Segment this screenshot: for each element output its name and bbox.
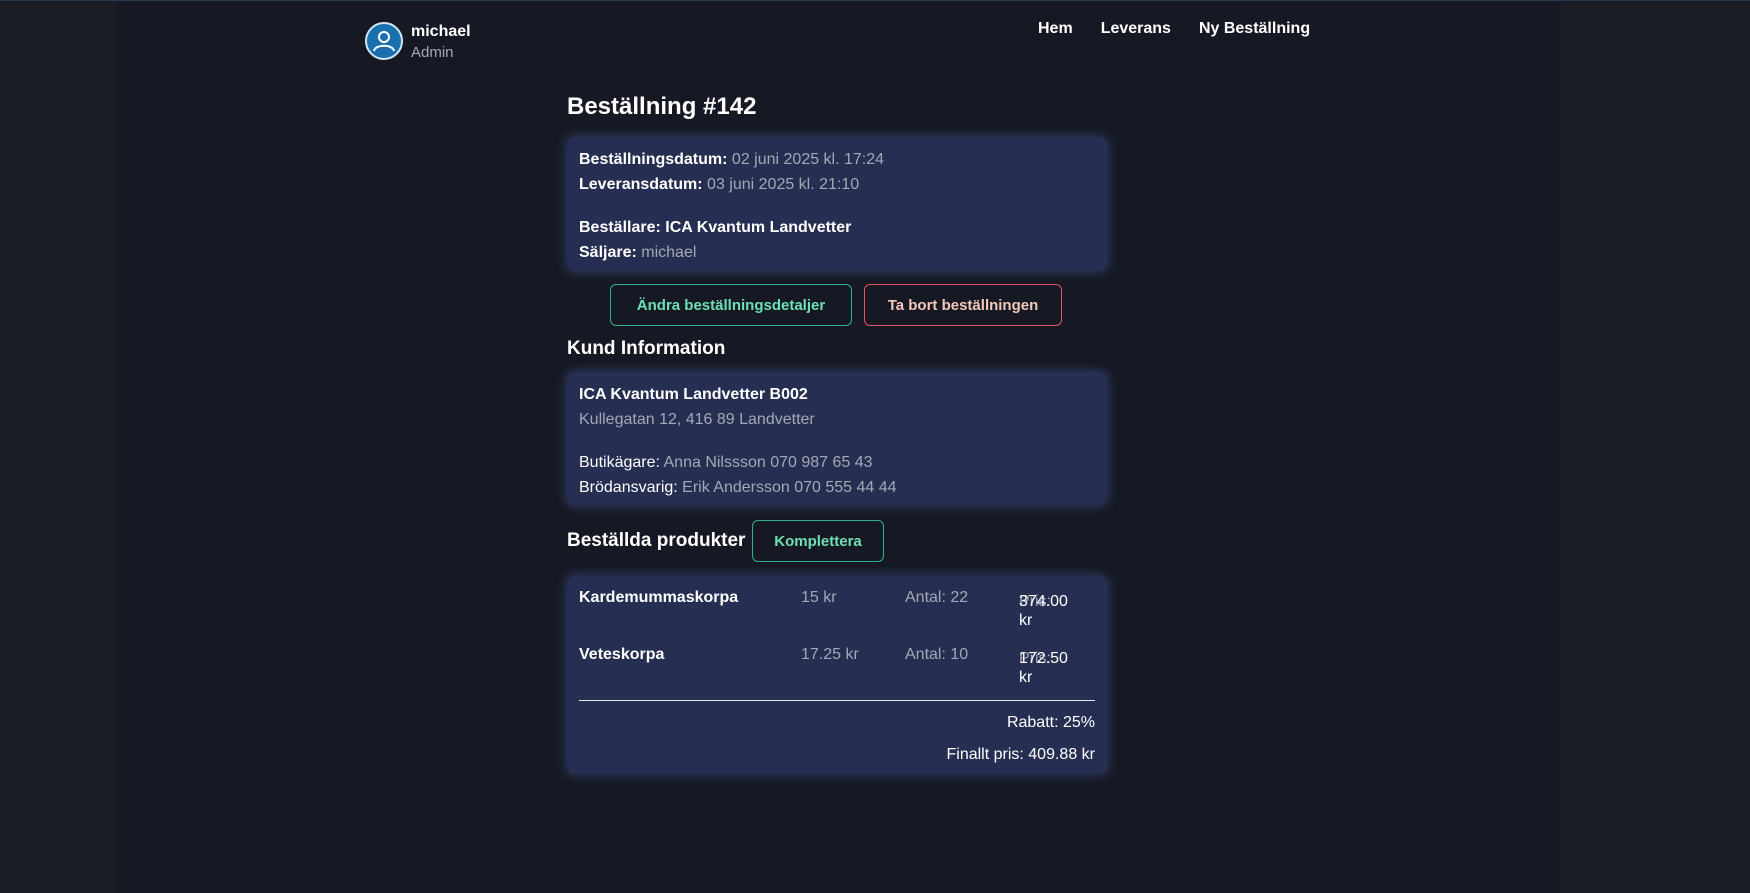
- product-quantity: Antal: 10: [905, 646, 969, 663]
- delivery-date-label: Leveransdatum:: [579, 176, 703, 193]
- customer-section-title: Kund Information: [567, 338, 726, 359]
- page: michael Admin Hem Leverans Ny Beställnin…: [117, 1, 1559, 893]
- delivery-date-value: 03 juni 2025 kl. 21:10: [707, 176, 860, 193]
- buyer-label: Beställare:: [579, 219, 661, 236]
- edit-order-button[interactable]: Ändra beställningsdetaljer: [610, 284, 852, 326]
- products-section-title: Beställda produkter: [567, 530, 746, 551]
- buyer-value: ICA Kvantum Landvetter: [665, 219, 852, 236]
- order-date-row: Beställningsdatum: 02 juni 2025 kl. 17:2…: [579, 147, 1095, 172]
- user-avatar-icon: [365, 22, 403, 60]
- product-name: Kardemummaskorpa: [579, 589, 739, 606]
- products-card: Kardemummaskorpa 15 kr Antal: 22 Pris: 3…: [567, 576, 1107, 774]
- product-price-value: 374.00 kr: [1019, 593, 1068, 629]
- nav-link-ny-bestallning[interactable]: Ny Beställning: [1199, 20, 1310, 38]
- product-unit-price: 17.25 kr: [801, 646, 859, 663]
- page-title: Beställning #142: [567, 93, 757, 120]
- store-owner-label: Butikägare:: [579, 454, 660, 471]
- bread-responsible-label: Brödansvarig:: [579, 479, 678, 496]
- nav-link-leverans[interactable]: Leverans: [1101, 20, 1171, 38]
- seller-label: Säljare:: [579, 244, 637, 261]
- customer-info-card: ICA Kvantum Landvetter B002 Kullegatan 1…: [567, 372, 1107, 505]
- user-profile[interactable]: michael Admin: [365, 22, 471, 64]
- user-role: Admin: [411, 44, 454, 61]
- user-name: michael: [411, 23, 471, 40]
- delete-order-button[interactable]: Ta bort beställningen: [864, 284, 1062, 326]
- complete-order-button[interactable]: Komplettera: [752, 520, 884, 562]
- top-nav: Hem Leverans Ny Beställning: [1038, 20, 1310, 38]
- bread-responsible-row: Brödansvarig: Erik Andersson 070 555 44 …: [579, 475, 1095, 500]
- discount-text: Rabatt: 25%: [1006, 714, 1095, 731]
- product-name: Veteskorpa: [579, 646, 665, 663]
- store-owner-row: Butikägare: Anna Nilssson 070 987 65 43: [579, 450, 1095, 475]
- product-unit-price: 15 kr: [801, 589, 837, 606]
- buyer-row: Beställare: ICA Kvantum Landvetter: [579, 215, 1095, 240]
- seller-value: michael: [641, 244, 697, 261]
- customer-name: ICA Kvantum Landvetter B002: [579, 386, 808, 403]
- final-price-text: Finallt pris: 409.88 kr: [946, 746, 1095, 763]
- product-row: Veteskorpa 17.25 kr Antal: 10 Pris: 172.…: [579, 643, 1095, 700]
- order-date-value: 02 juni 2025 kl. 17:24: [731, 151, 885, 168]
- user-icon: [373, 31, 395, 52]
- product-row: Kardemummaskorpa 15 kr Antal: 22 Pris: 3…: [579, 586, 1095, 643]
- delivery-date-row: Leveransdatum: 03 juni 2025 kl. 21:10: [579, 172, 1095, 197]
- nav-link-hem[interactable]: Hem: [1038, 20, 1073, 38]
- product-price-value: 172.50 kr: [1019, 650, 1068, 686]
- order-details-card: Beställningsdatum: 02 juni 2025 kl. 17:2…: [567, 137, 1107, 271]
- bread-responsible-value: Erik Andersson 070 555 44 44: [682, 479, 897, 496]
- customer-address: Kullegatan 12, 416 89 Landvetter: [579, 411, 815, 428]
- totals-divider: [579, 700, 1095, 701]
- store-owner-value: Anna Nilssson 070 987 65 43: [663, 454, 873, 471]
- order-totals: Rabatt: 25% Finallt pris: 409.88 kr: [579, 707, 1095, 771]
- order-date-label: Beställningsdatum:: [579, 151, 728, 168]
- product-quantity: Antal: 22: [905, 589, 969, 606]
- seller-row: Säljare: michael: [579, 240, 1095, 265]
